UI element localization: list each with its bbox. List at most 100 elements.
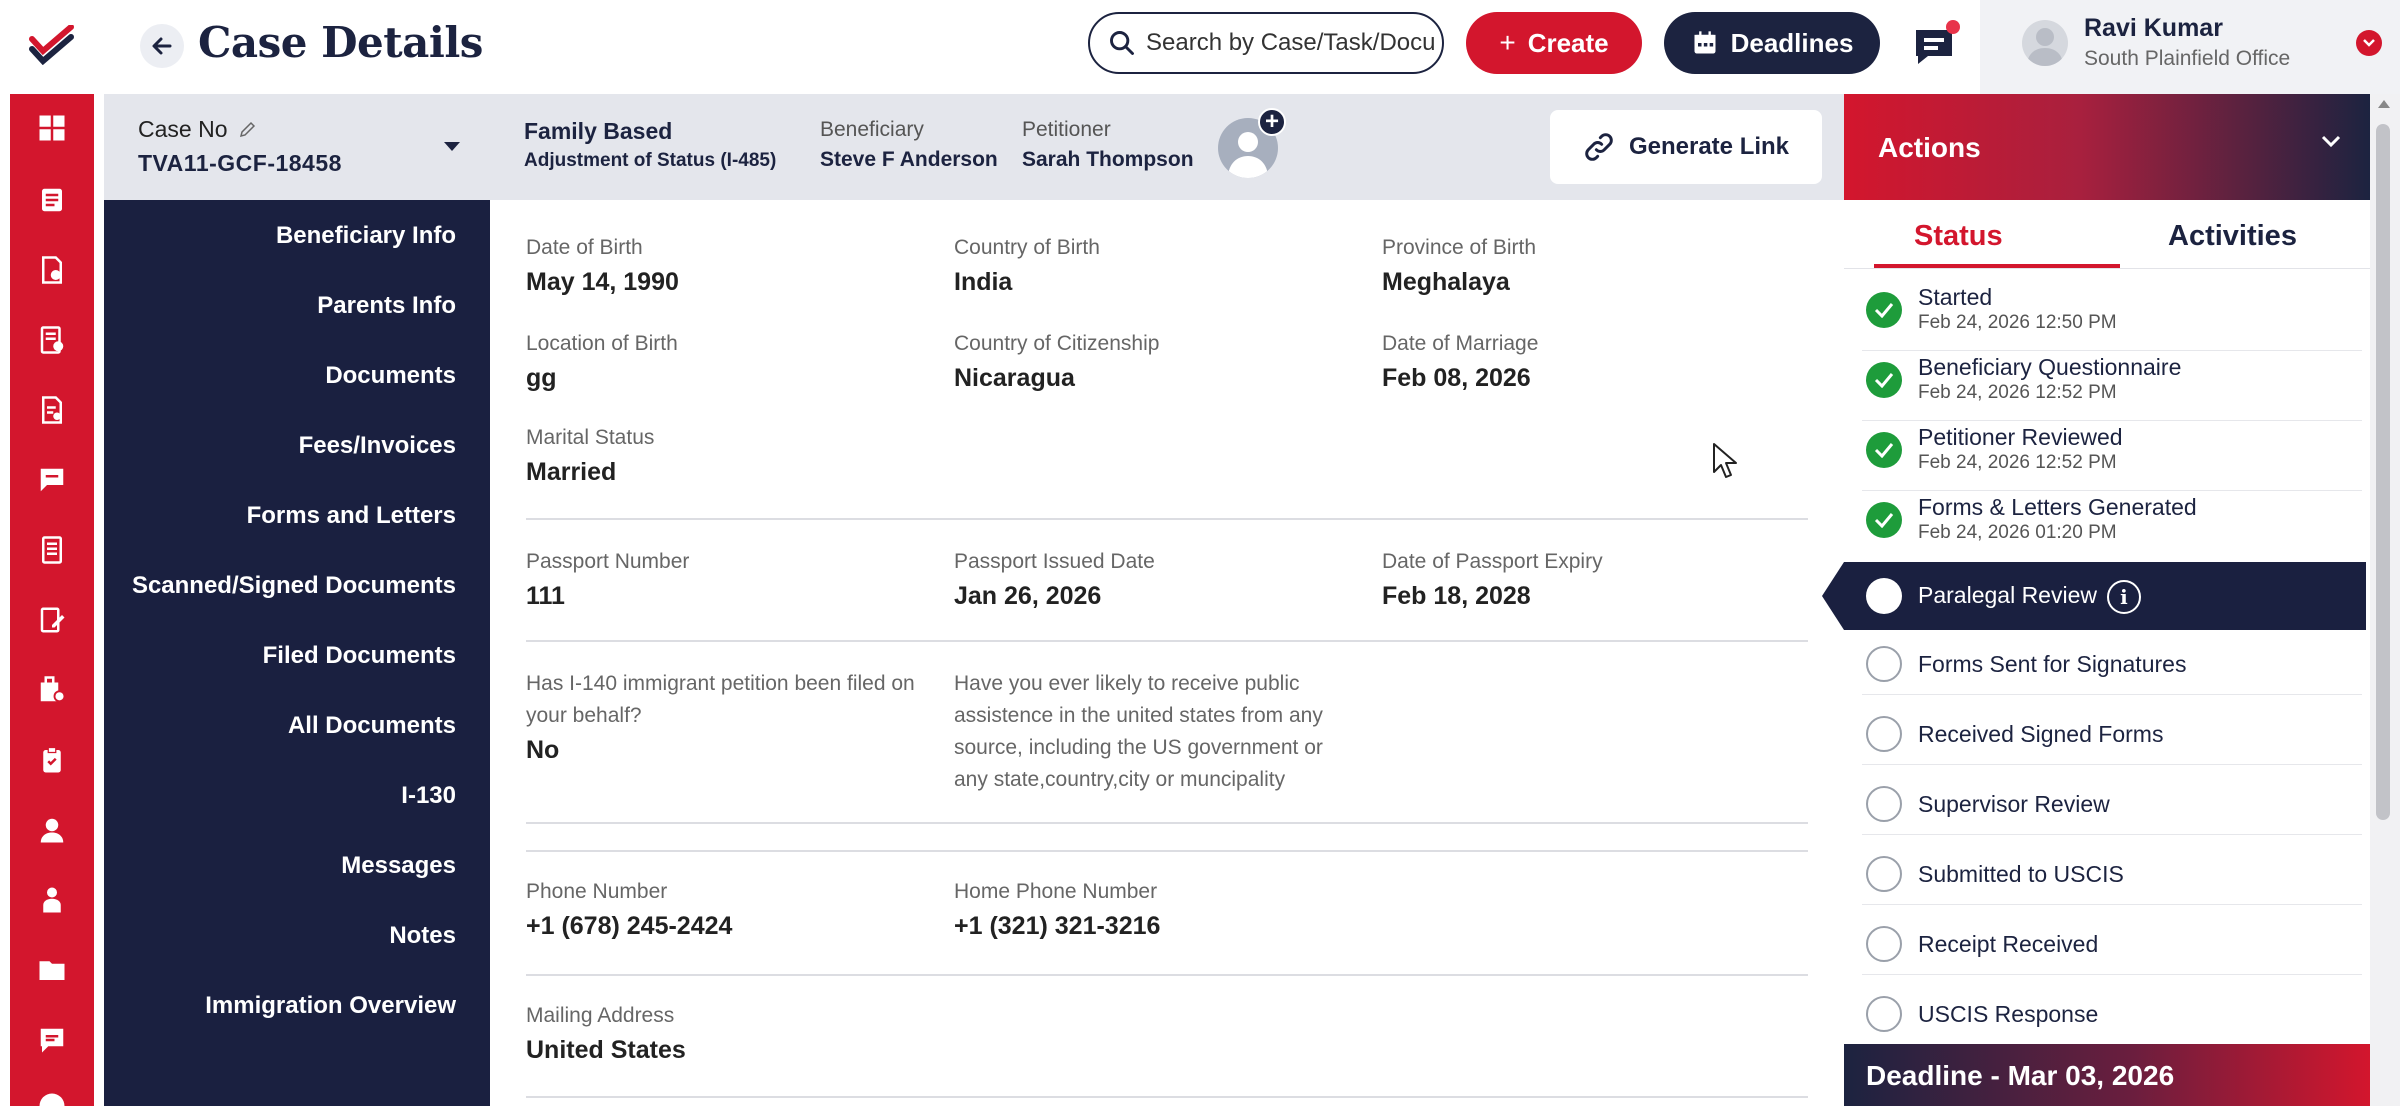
- step-time: Feb 24, 2026 12:50 PM: [1918, 312, 2117, 333]
- deadline-text: Deadline - Mar 03, 2026: [1866, 1060, 2175, 1091]
- nav-i-130[interactable]: I-130: [401, 782, 456, 810]
- notes-icon[interactable]: [36, 534, 68, 566]
- generate-link-button[interactable]: Generate Link: [1550, 110, 1822, 184]
- field-label: Country of Citizenship: [954, 332, 1160, 355]
- nav-fees-invoices[interactable]: Fees/Invoices: [299, 432, 456, 460]
- chevron-down-icon[interactable]: [2320, 134, 2342, 148]
- field-value: +1 (678) 245-2424: [526, 912, 733, 940]
- divider: [1862, 350, 2362, 351]
- field-value: May 14, 1990: [526, 268, 679, 296]
- app-logo[interactable]: [10, 0, 94, 90]
- search-box[interactable]: [1088, 12, 1444, 74]
- divider: [526, 822, 1808, 824]
- folder-icon[interactable]: [36, 954, 68, 986]
- step-title: Received Signed Forms: [1918, 721, 2164, 747]
- info-icon[interactable]: i: [2106, 580, 2141, 614]
- cases-icon[interactable]: [36, 184, 68, 216]
- case-subtype: Adjustment of Status (I-485): [524, 150, 777, 171]
- form-icon[interactable]: [36, 394, 68, 426]
- message-icon[interactable]: [36, 464, 68, 496]
- beneficiary-name[interactable]: Steve F Anderson: [820, 148, 998, 172]
- divider: [526, 640, 1808, 642]
- nav-beneficiary-info[interactable]: Beneficiary Info: [276, 222, 456, 250]
- petitioner-name[interactable]: Sarah Thompson: [1022, 148, 1194, 172]
- user-menu[interactable]: Ravi Kumar South Plainfield Office: [1980, 0, 2400, 94]
- nav-scanned-signed-documents[interactable]: Scanned/Signed Documents: [132, 572, 456, 600]
- back-button[interactable]: [140, 24, 184, 68]
- divider: [1862, 490, 2362, 491]
- field-value: Feb 18, 2028: [1382, 582, 1531, 610]
- nav-documents[interactable]: Documents: [325, 362, 456, 390]
- field-value: gg: [526, 364, 557, 392]
- scrollbar-thumb[interactable]: [2376, 124, 2390, 820]
- field-label: Marital Status: [526, 426, 655, 449]
- empty-circle-icon: [1866, 646, 1902, 682]
- user-name: Ravi Kumar: [2084, 14, 2223, 42]
- create-label: Create: [1527, 27, 1609, 58]
- add-assignee-icon[interactable]: +: [1258, 108, 1286, 136]
- field-label: Passport Number: [526, 550, 690, 573]
- step-time: Feb 24, 2026 12:52 PM: [1918, 452, 2117, 473]
- tab-activities[interactable]: Activities: [2168, 220, 2297, 253]
- tab-status[interactable]: Status: [1914, 220, 2003, 253]
- user-icon[interactable]: [36, 814, 68, 846]
- messages-button[interactable]: [1904, 18, 1964, 74]
- empty-circle-icon: [1866, 926, 1902, 962]
- clipboard-icon[interactable]: [36, 744, 68, 776]
- divider: [526, 974, 1808, 976]
- scroll-up-arrow-icon[interactable]: [2378, 100, 2390, 108]
- pencil-icon[interactable]: [238, 119, 258, 139]
- deadlines-button[interactable]: Deadlines: [1664, 12, 1880, 74]
- search-input[interactable]: [1146, 29, 1436, 57]
- actions-panel: Actions Status Activities Started Feb 24…: [1822, 94, 2370, 1106]
- case-summary-bar: Case No TVA11-GCF-18458 Family Based Adj…: [104, 94, 1844, 200]
- field-label: Have you ever likely to receive public a…: [954, 672, 1323, 791]
- step-title: Submitted to USCIS: [1918, 861, 2124, 887]
- beneficiary-label: Beneficiary: [820, 118, 924, 141]
- logo-icon: [29, 25, 74, 65]
- nav-parents-info[interactable]: Parents Info: [317, 292, 456, 320]
- field-label: Phone Number: [526, 880, 668, 903]
- chat-icon[interactable]: [36, 1024, 68, 1056]
- billing-icon[interactable]: [36, 674, 68, 706]
- create-button[interactable]: + Create: [1466, 12, 1642, 74]
- dashboard-icon[interactable]: [36, 112, 68, 144]
- case-dropdown-caret-icon[interactable]: [442, 140, 462, 154]
- link-icon: [1585, 133, 1613, 161]
- calendar-icon: [1694, 31, 1716, 54]
- edit-document-icon[interactable]: [36, 604, 68, 636]
- step-title: Forms & Letters Generated: [1918, 494, 2197, 520]
- empty-circle-icon: [1866, 786, 1902, 822]
- nav-notes[interactable]: Notes: [389, 922, 456, 950]
- nav-forms-and-letters[interactable]: Forms and Letters: [247, 502, 456, 530]
- step-title: Beneficiary Questionnaire: [1918, 354, 2182, 380]
- field-value: Jan 26, 2026: [954, 582, 1102, 610]
- case-number: TVA11-GCF-18458: [138, 150, 342, 176]
- chevron-down-icon[interactable]: [2356, 30, 2382, 56]
- help-icon[interactable]: [36, 1090, 68, 1106]
- nav-all-documents[interactable]: All Documents: [288, 712, 456, 740]
- empty-circle-icon: [1866, 716, 1902, 752]
- field-label: Date of Passport Expiry: [1382, 550, 1603, 573]
- check-circle-icon: [1866, 362, 1902, 398]
- check-circle-icon: [1866, 432, 1902, 468]
- status-step-current[interactable]: Paralegal Review i: [1844, 562, 2370, 630]
- generate-link-label: Generate Link: [1628, 133, 1790, 160]
- field-label: Mailing Address: [526, 1004, 675, 1027]
- actions-header[interactable]: Actions: [1844, 94, 2370, 200]
- nav-filed-documents[interactable]: Filed Documents: [263, 642, 456, 670]
- nav-messages[interactable]: Messages: [341, 852, 456, 880]
- field-label: Date of Marriage: [1382, 332, 1539, 355]
- field-label: Passport Issued Date: [954, 550, 1155, 573]
- check-circle-icon: [1866, 502, 1902, 538]
- field-value: +1 (321) 321-3216: [954, 912, 1161, 940]
- field-value: Meghalaya: [1382, 268, 1510, 296]
- arrow-left-icon: [152, 37, 172, 55]
- nav-immigration-overview[interactable]: Immigration Overview: [205, 992, 456, 1020]
- document-check-icon[interactable]: [36, 254, 68, 286]
- contact-icon[interactable]: [36, 884, 68, 916]
- user-office: South Plainfield Office: [2084, 47, 2291, 70]
- field-label: Has I-140 immigrant petition been filed …: [526, 672, 915, 727]
- icon-rail: [0, 0, 104, 1106]
- task-list-icon[interactable]: [36, 324, 68, 356]
